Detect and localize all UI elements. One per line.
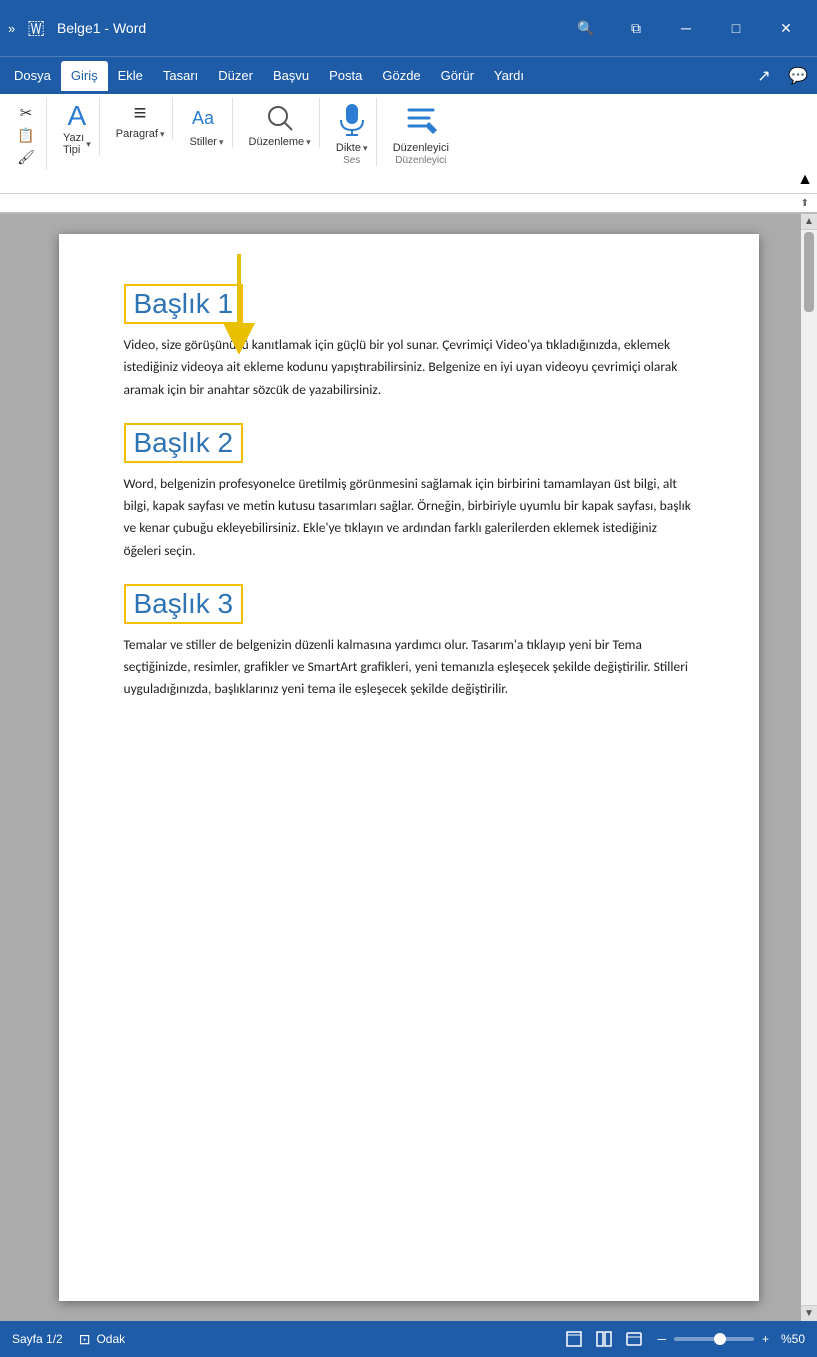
menu-ekle[interactable]: Ekle <box>108 61 153 91</box>
ribbon-bottom: ⬆ <box>0 194 817 214</box>
menu-posta[interactable]: Posta <box>319 61 372 91</box>
paragraf-arrow[interactable]: ▾ <box>160 129 165 140</box>
stiller-icon: Aa <box>190 102 222 136</box>
restore-button[interactable]: ⧉ <box>613 12 659 44</box>
zoom-minus[interactable]: ─ <box>657 1332 666 1346</box>
statusbar: Sayfa 1/2 ⊡ Odak ─ + %50 <box>0 1321 817 1357</box>
dikte-sublabel: Ses <box>343 155 360 166</box>
titlebar: » 🇼 Belge1 - Word 🔍 ⧉ ─ □ ✕ <box>0 0 817 56</box>
scroll-down-button[interactable]: ▼ <box>801 1305 817 1321</box>
dikte-arrow[interactable]: ▾ <box>363 143 368 154</box>
scroll-track <box>801 230 817 1305</box>
heading-1-container: Başlık 1 <box>124 284 694 324</box>
duzenleyici-sublabel: Düzenleyici <box>395 155 446 166</box>
ribbon-group-yazi-tipi: A YazıTipi ▾ <box>55 98 100 156</box>
comment-icon[interactable]: 💬 <box>783 61 813 91</box>
focus-icon: ⊡ <box>79 1331 91 1348</box>
paragraph-2: Word, belgenizin profesyonelce üretilmiş… <box>124 473 694 562</box>
stiller-label-row: Stiller ▾ <box>189 136 223 148</box>
document-page: Başlık 1 Video, size görüşünüzü kanıtlam… <box>59 234 759 1301</box>
app-icon: 🇼 <box>27 17 45 40</box>
minimize-button[interactable]: ─ <box>663 12 709 44</box>
document-area: ▲ ▼ Başlık 1 Video, size görüşünüzü kanı… <box>0 214 817 1321</box>
view-web-button[interactable] <box>623 1328 645 1350</box>
paragraph-1: Video, size görüşünüzü kanıtlamak için g… <box>124 334 694 401</box>
menu-basvu[interactable]: Başvu <box>263 61 319 91</box>
heading-1[interactable]: Başlık 1 <box>124 284 244 324</box>
zoom-plus[interactable]: + <box>762 1332 769 1346</box>
cut-button[interactable]: ✂ <box>12 102 40 124</box>
menubar: Dosya Giriş Ekle Tasarı Düzer Başvu Post… <box>0 56 817 94</box>
duzenleme-label-row: Düzenleme ▾ <box>249 136 311 148</box>
share-icon[interactable]: ↗ <box>749 61 779 91</box>
ribbon-group-pano: ✂ 📋 🖌 <box>8 98 47 170</box>
close-button[interactable]: ✕ <box>763 12 809 44</box>
paragraph-3: Temalar ve stiller de belgenizin düzenli… <box>124 634 694 701</box>
page-info: Sayfa 1/2 <box>12 1332 63 1346</box>
ribbon: ✂ 📋 🖌 A YazıTipi ▾ ≡ Paragraf ▾ Aa Still… <box>0 94 817 194</box>
duzenleme-icon <box>264 102 296 136</box>
search-button[interactable]: 🔍 <box>563 12 609 44</box>
scrollbar: ▲ ▼ <box>801 214 817 1321</box>
stiller-arrow[interactable]: ▾ <box>219 137 224 148</box>
dikte-label[interactable]: Dikte <box>336 142 361 154</box>
zoom-slider[interactable] <box>674 1337 754 1341</box>
dikte-label-row: Dikte ▾ <box>336 142 368 154</box>
menu-gozde[interactable]: Gözde <box>372 61 430 91</box>
paragraf-label[interactable]: Paragraf <box>116 128 158 140</box>
ribbon-group-paragraf: ≡ Paragraf ▾ <box>108 98 174 140</box>
duzenleyici-icon <box>401 102 441 142</box>
scroll-thumb[interactable] <box>804 232 814 312</box>
yazi-tipi-arrow[interactable]: ▾ <box>86 139 91 150</box>
heading-2-container: Başlık 2 <box>124 423 694 463</box>
view-print-button[interactable] <box>563 1328 585 1350</box>
copy-button[interactable]: 📋 <box>12 124 40 146</box>
menu-tasari[interactable]: Tasarı <box>153 61 208 91</box>
statusbar-right: ─ + %50 <box>563 1328 805 1350</box>
svg-text:Aa: Aa <box>192 108 215 128</box>
menu-yardi[interactable]: Yardı <box>484 61 534 91</box>
scroll-up-button[interactable]: ▲ <box>801 214 817 230</box>
ribbon-group-dikte: Dikte ▾ Ses <box>328 98 377 166</box>
ribbon-expand-icon[interactable]: ⬆ <box>801 198 809 209</box>
duzenleyici-label[interactable]: Düzenleyici <box>393 142 449 154</box>
quick-access-icon[interactable]: » <box>8 21 15 36</box>
dikte-icon <box>336 102 368 142</box>
yazi-tipi-label[interactable]: YazıTipi <box>63 132 84 156</box>
maximize-button[interactable]: □ <box>713 12 759 44</box>
stiller-label[interactable]: Stiller <box>189 136 217 148</box>
duzenleme-label[interactable]: Düzenleme <box>249 136 305 148</box>
zoom-level: %50 <box>781 1332 805 1346</box>
heading-3-container: Başlık 3 <box>124 584 694 624</box>
ribbon-group-duzenleyici: Düzenleyici Düzenleyici <box>385 98 457 166</box>
heading-3[interactable]: Başlık 3 <box>124 584 244 624</box>
paragraf-icon: ≡ <box>134 102 147 124</box>
yazi-tipi-icon: A <box>68 102 87 130</box>
focus-label: Odak <box>96 1332 125 1346</box>
menu-giris[interactable]: Giriş <box>61 61 108 91</box>
titlebar-controls: 🔍 ⧉ ─ □ ✕ <box>563 12 809 44</box>
ribbon-group-stiller: Aa Stiller ▾ <box>181 98 232 148</box>
view-layout-button[interactable] <box>593 1328 615 1350</box>
duzenleme-arrow[interactable]: ▾ <box>306 137 311 148</box>
paragraf-label-row: Paragraf ▾ <box>116 128 165 140</box>
format-painter-button[interactable]: 🖌 <box>12 146 40 168</box>
menu-dosya[interactable]: Dosya <box>4 61 61 91</box>
menubar-actions: ↗ 💬 <box>749 61 813 91</box>
focus-button[interactable]: ⊡ Odak <box>79 1331 125 1348</box>
menu-duzer[interactable]: Düzer <box>208 61 263 91</box>
ribbon-collapse-button[interactable]: ▲ <box>797 171 813 189</box>
yazi-tipi-label-row: YazıTipi ▾ <box>63 132 91 156</box>
titlebar-title: Belge1 - Word <box>57 20 146 36</box>
duzenleyici-label-row: Düzenleyici <box>393 142 449 154</box>
titlebar-left: » 🇼 Belge1 - Word <box>8 17 146 40</box>
heading-2[interactable]: Başlık 2 <box>124 423 244 463</box>
zoom-thumb[interactable] <box>714 1333 726 1345</box>
menu-gorur[interactable]: Görür <box>431 61 484 91</box>
ribbon-group-duzenleme: Düzenleme ▾ <box>241 98 320 148</box>
